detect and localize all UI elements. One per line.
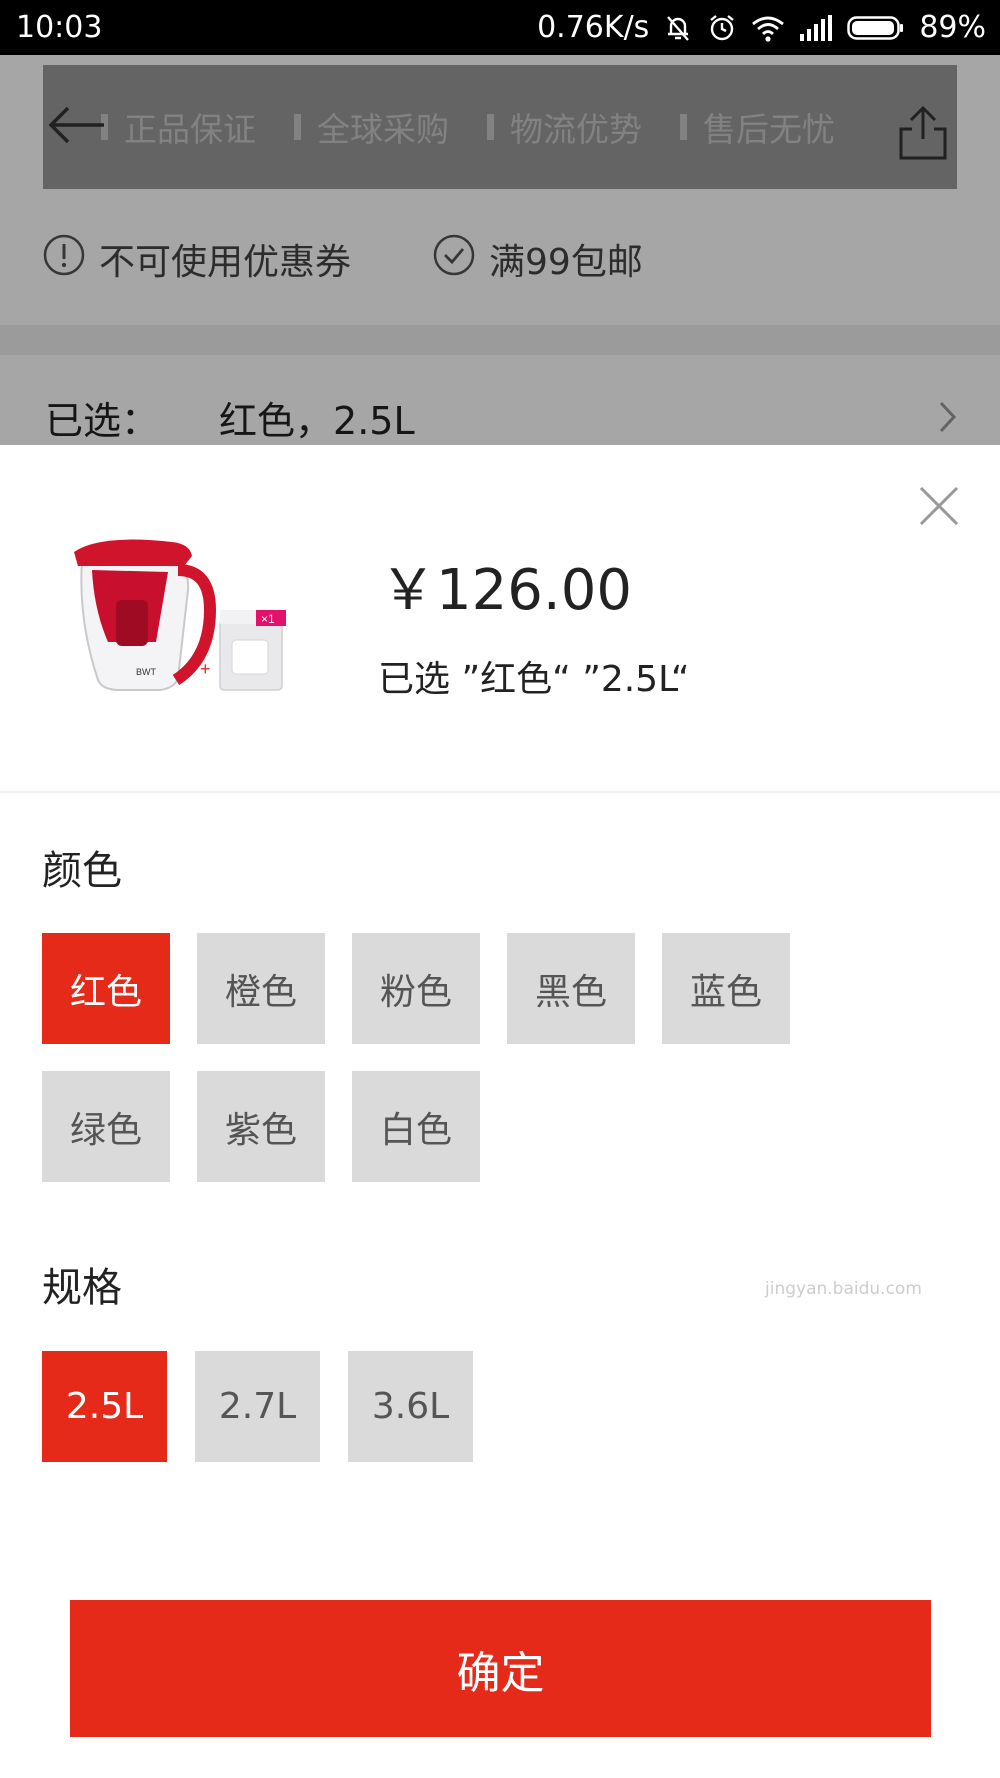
selected-spec-text: 已选 ”红色“ ”2.5L“ — [378, 659, 690, 700]
mute-bell-icon — [663, 13, 693, 43]
size-option-2-5l[interactable]: 2.5L — [42, 1351, 167, 1462]
signal-icon — [799, 14, 833, 42]
color-group-title: 颜色 — [42, 848, 122, 894]
size-group-title: 规格 — [42, 1265, 122, 1311]
spec-selector-sheet: BWT + ×1 ￥126.00 已选 ”红色“ ”2.5L“ 颜色 红色 橙色… — [0, 445, 1000, 1778]
svg-text:BWT: BWT — [136, 667, 156, 677]
svg-text:×1: ×1 — [261, 612, 275, 626]
color-option-purple[interactable]: 紫色 — [197, 1071, 325, 1182]
battery-level: 89% — [919, 10, 986, 45]
color-option-green[interactable]: 绿色 — [42, 1071, 170, 1182]
product-image: BWT + ×1 — [60, 530, 300, 710]
color-option-white[interactable]: 白色 — [352, 1071, 480, 1182]
size-option-3-6l[interactable]: 3.6L — [348, 1351, 473, 1462]
status-bar: 10:03 0.76K/s 89% — [0, 0, 1000, 55]
color-option-orange[interactable]: 橙色 — [197, 933, 325, 1044]
product-price: ￥126.00 — [380, 558, 632, 623]
divider — [0, 791, 1000, 793]
color-option-black[interactable]: 黑色 — [507, 933, 635, 1044]
color-option-red[interactable]: 红色 — [42, 933, 170, 1044]
size-option-2-7l[interactable]: 2.7L — [195, 1351, 320, 1462]
wifi-icon — [751, 14, 785, 42]
net-speed: 0.76K/s — [537, 10, 650, 45]
close-icon[interactable] — [918, 485, 960, 531]
watermark: Bai经验 jingyan.baidu.com — [765, 1236, 922, 1299]
modal-overlay[interactable] — [0, 55, 1000, 445]
battery-icon — [847, 14, 905, 42]
confirm-button[interactable]: 确定 — [70, 1600, 931, 1737]
color-options: 红色 橙色 粉色 黑色 蓝色 绿色 紫色 白色 — [42, 933, 892, 1209]
size-options: 2.5L 2.7L 3.6L — [42, 1351, 501, 1489]
color-option-pink[interactable]: 粉色 — [352, 933, 480, 1044]
color-option-blue[interactable]: 蓝色 — [662, 933, 790, 1044]
status-time: 10:03 — [16, 10, 103, 45]
alarm-icon — [707, 13, 737, 43]
svg-text:+: + — [200, 659, 211, 679]
